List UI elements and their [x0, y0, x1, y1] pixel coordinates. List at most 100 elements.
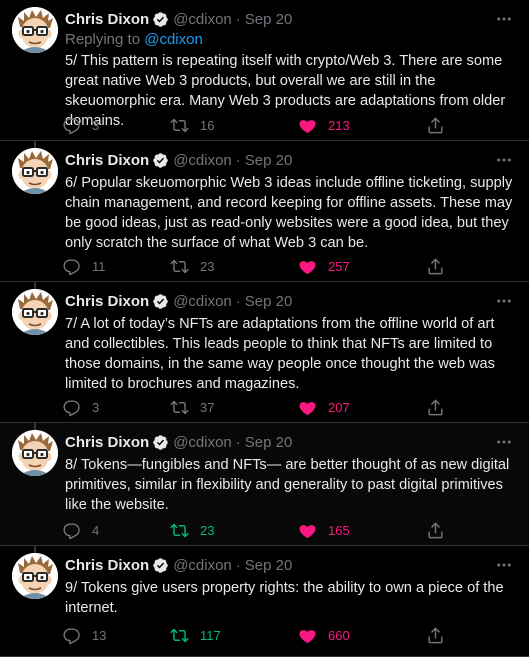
retweet-button[interactable]: 23	[170, 518, 214, 542]
reply-count: 11	[92, 258, 106, 274]
retweet-icon	[170, 521, 189, 540]
tweet-header: Chris Dixon @cdixon · Sep 20	[65, 555, 292, 575]
tweet-date[interactable]: Sep 20	[245, 434, 293, 451]
like-count: 660	[328, 627, 350, 643]
tweet-header: Chris Dixon @cdixon · Sep 20	[65, 291, 292, 311]
mention-link[interactable]: @cdixon	[144, 31, 203, 48]
reply-button[interactable]: 3	[62, 395, 99, 419]
more-options-icon[interactable]	[491, 6, 517, 32]
tweet-text: 8/ Tokens—fungibles and NFTs— are better…	[65, 457, 510, 513]
like-button[interactable]: 660	[298, 623, 350, 647]
tweet-date[interactable]: Sep 20	[245, 557, 293, 574]
author-name[interactable]: Chris Dixon	[65, 11, 149, 28]
reply-button[interactable]: 13	[62, 623, 106, 647]
tweet-text: 6/ Popular skeuomorphic Web 3 ideas incl…	[65, 175, 513, 251]
separator-dot: ·	[235, 433, 241, 451]
author-handle[interactable]: @cdixon	[173, 293, 232, 310]
author-name[interactable]: Chris Dixon	[65, 434, 149, 451]
share-button[interactable]	[426, 623, 445, 647]
verified-badge-icon	[152, 434, 169, 451]
retweet-button[interactable]: 23	[170, 254, 214, 278]
tweet-1[interactable]: Chris Dixon @cdixon · Sep 20 Replying to @cd…	[0, 0, 529, 141]
avatar[interactable]	[12, 148, 58, 194]
share-icon	[426, 626, 445, 645]
avatar[interactable]	[12, 289, 58, 335]
more-options-icon[interactable]	[491, 552, 517, 578]
more-options-icon[interactable]	[491, 288, 517, 314]
retweet-count: 23	[200, 258, 215, 274]
avatar[interactable]	[12, 553, 58, 599]
avatar[interactable]	[12, 430, 58, 476]
heart-icon	[298, 116, 317, 135]
author-name[interactable]: Chris Dixon	[65, 152, 149, 169]
like-button[interactable]: 257	[298, 254, 350, 278]
retweet-icon	[170, 398, 189, 417]
replying-to: Replying to @cdixon	[65, 31, 203, 48]
tweet-header: Chris Dixon @cdixon · Sep 20	[65, 150, 292, 170]
tweet-actions: 13 117 660	[62, 623, 502, 647]
more-options-icon[interactable]	[491, 147, 517, 173]
tweet-text: 9/ Tokens give users property rights: th…	[65, 580, 504, 616]
author-handle[interactable]: @cdixon	[173, 152, 232, 169]
share-icon	[426, 116, 445, 135]
reply-icon	[62, 626, 81, 645]
tweet-4[interactable]: Chris Dixon @cdixon · Sep 20 8/ Tokens—fungi…	[0, 423, 529, 546]
heart-icon	[298, 626, 317, 645]
like-button[interactable]: 207	[298, 395, 350, 419]
like-count: 257	[328, 258, 350, 274]
author-handle[interactable]: @cdixon	[173, 11, 232, 28]
verified-badge-icon	[152, 11, 169, 28]
share-button[interactable]	[426, 518, 445, 542]
share-icon	[426, 398, 445, 417]
separator-dot: ·	[235, 10, 241, 28]
share-icon	[426, 257, 445, 276]
separator-dot: ·	[235, 151, 241, 169]
reply-button[interactable]: 4	[62, 518, 99, 542]
reply-icon	[62, 521, 81, 540]
share-button[interactable]	[426, 113, 445, 137]
reply-icon	[62, 116, 81, 135]
heart-icon	[298, 398, 317, 417]
reply-icon	[62, 257, 81, 276]
verified-badge-icon	[152, 557, 169, 574]
tweet-5[interactable]: Chris Dixon @cdixon · Sep 20 9/ Tokens give …	[0, 546, 529, 657]
more-options-icon[interactable]	[491, 429, 517, 455]
author-handle[interactable]: @cdixon	[173, 557, 232, 574]
share-icon	[426, 521, 445, 540]
tweet-2[interactable]: Chris Dixon @cdixon · Sep 20 6/ Popular skeu…	[0, 141, 529, 282]
verified-badge-icon	[152, 152, 169, 169]
retweet-count: 23	[200, 522, 215, 538]
retweet-icon	[170, 116, 189, 135]
retweet-count: 117	[200, 627, 221, 643]
author-name[interactable]: Chris Dixon	[65, 293, 149, 310]
retweet-count: 37	[200, 399, 215, 415]
separator-dot: ·	[235, 292, 241, 310]
retweet-button[interactable]: 117	[170, 623, 221, 647]
tweet-thread: Chris Dixon @cdixon · Sep 20 Replying to @cd…	[0, 0, 529, 657]
retweet-icon	[170, 257, 189, 276]
like-count: 165	[328, 522, 350, 538]
tweet-actions: 4 23 165	[62, 518, 502, 542]
share-button[interactable]	[426, 395, 445, 419]
like-count: 213	[328, 117, 350, 133]
heart-icon	[298, 521, 317, 540]
tweet-3[interactable]: Chris Dixon @cdixon · Sep 20 7/ A lot of tod…	[0, 282, 529, 423]
tweet-date[interactable]: Sep 20	[245, 11, 293, 28]
heart-icon	[298, 257, 317, 276]
author-name[interactable]: Chris Dixon	[65, 557, 149, 574]
tweet-date[interactable]: Sep 20	[245, 293, 293, 310]
retweet-button[interactable]: 16	[170, 113, 214, 137]
avatar[interactable]	[12, 7, 58, 53]
like-button[interactable]: 165	[298, 518, 350, 542]
share-button[interactable]	[426, 254, 445, 278]
tweet-date[interactable]: Sep 20	[245, 152, 293, 169]
reply-button[interactable]: 3	[62, 113, 99, 137]
reply-count: 3	[92, 117, 100, 133]
reply-icon	[62, 398, 81, 417]
reply-count: 13	[92, 627, 107, 643]
like-button[interactable]: 213	[298, 113, 350, 137]
author-handle[interactable]: @cdixon	[173, 434, 232, 451]
reply-button[interactable]: 11	[62, 254, 106, 278]
retweet-button[interactable]: 37	[170, 395, 214, 419]
tweet-text: 7/ A lot of today’s NFTs are adaptations…	[65, 316, 495, 392]
